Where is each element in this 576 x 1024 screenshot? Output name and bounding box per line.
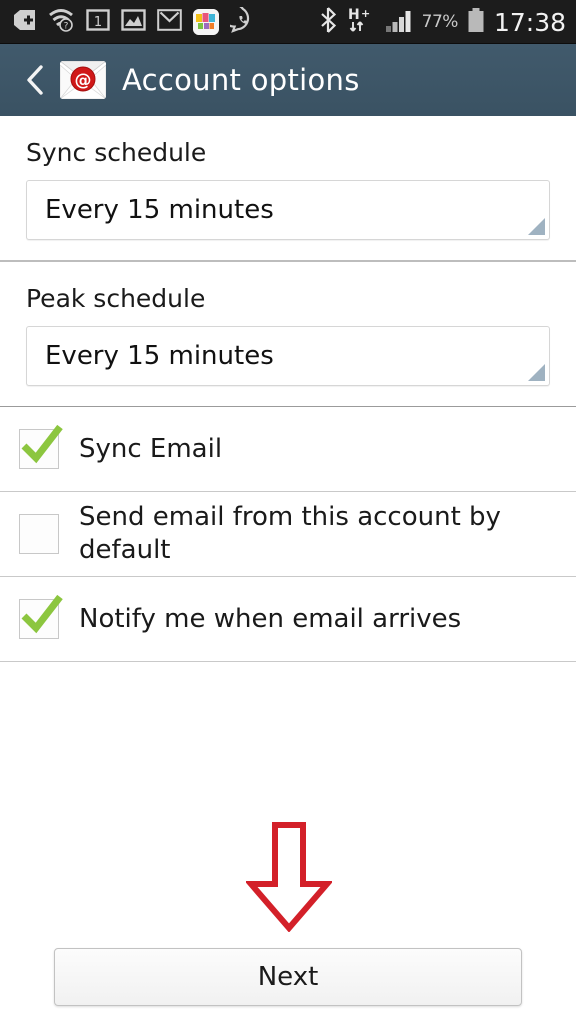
status-bar-clock: 17:38 <box>493 7 566 37</box>
peak-schedule-label: Peak schedule <box>26 284 206 313</box>
checkbox-label-send-email-default: Send email from this account by default <box>79 502 501 565</box>
bluetooth-icon <box>319 7 337 37</box>
signal-bars-icon <box>385 7 413 37</box>
checkmark-icon[interactable] <box>19 424 63 469</box>
image-gallery-icon <box>121 8 146 36</box>
svg-text:H: H <box>348 7 360 23</box>
checkbox-label-sync-email: Sync Email <box>79 433 223 464</box>
sync-schedule-dropdown[interactable]: Every 15 minutes <box>26 180 550 240</box>
checkbox-label-notify: Notify me when email arrives <box>79 603 462 634</box>
peak-schedule-value: Every 15 minutes <box>45 341 274 371</box>
status-bar-left-icons: ? 1 <box>0 3 256 37</box>
peak-schedule-dropdown[interactable]: Every 15 minutes <box>26 326 550 386</box>
status-bar: ? 1 H + 77% 17:38 <box>0 0 576 44</box>
app-header: @ Account options <box>0 44 576 116</box>
svg-text:1: 1 <box>94 15 102 30</box>
hspa-plus-icon: H + <box>346 6 376 38</box>
sync-schedule-label: Sync schedule <box>26 138 207 167</box>
status-bar-right-icons: H + 77% 17:38 <box>319 0 566 44</box>
spinner-triangle-icon <box>528 218 545 235</box>
divider <box>0 661 576 662</box>
plus-tag-icon <box>13 9 37 35</box>
red-down-arrow-annotation <box>244 822 334 933</box>
checkbox-row-send-email-default[interactable]: Send email from this account by default <box>0 492 576 576</box>
sync-schedule-section: Sync schedule Every 15 minutes <box>0 116 576 260</box>
svg-text:+: + <box>361 7 370 20</box>
wifi-question-icon: ? <box>48 8 75 36</box>
spinner-triangle-icon <box>528 364 545 381</box>
email-at-envelope-icon: @ <box>60 61 106 99</box>
svg-text:@: @ <box>75 71 92 91</box>
footer-area: Next <box>0 684 576 1024</box>
whatsapp-icon <box>222 3 256 37</box>
checkbox-row-sync-email[interactable]: Sync Email <box>0 407 576 491</box>
peak-schedule-section: Peak schedule Every 15 minutes <box>0 262 576 406</box>
checkbox-row-notify[interactable]: Notify me when email arrives <box>0 577 576 661</box>
next-button[interactable]: Next <box>54 948 522 1006</box>
settings-list: Sync schedule Every 15 minutes Peak sche… <box>0 116 576 662</box>
checkmark-icon[interactable] <box>19 594 63 639</box>
page-title: Account options <box>122 63 360 97</box>
battery-percent-label: 77% <box>421 12 459 32</box>
calendar-one-icon: 1 <box>86 8 110 36</box>
empty-checkbox-icon[interactable] <box>19 514 59 554</box>
yada-app-icon <box>193 8 219 35</box>
battery-icon <box>467 7 485 37</box>
svg-text:?: ? <box>64 21 69 31</box>
next-button-container: Next <box>0 948 576 1006</box>
back-chevron-icon[interactable] <box>22 63 48 97</box>
gmail-icon <box>157 8 182 35</box>
sync-schedule-value: Every 15 minutes <box>45 195 274 225</box>
